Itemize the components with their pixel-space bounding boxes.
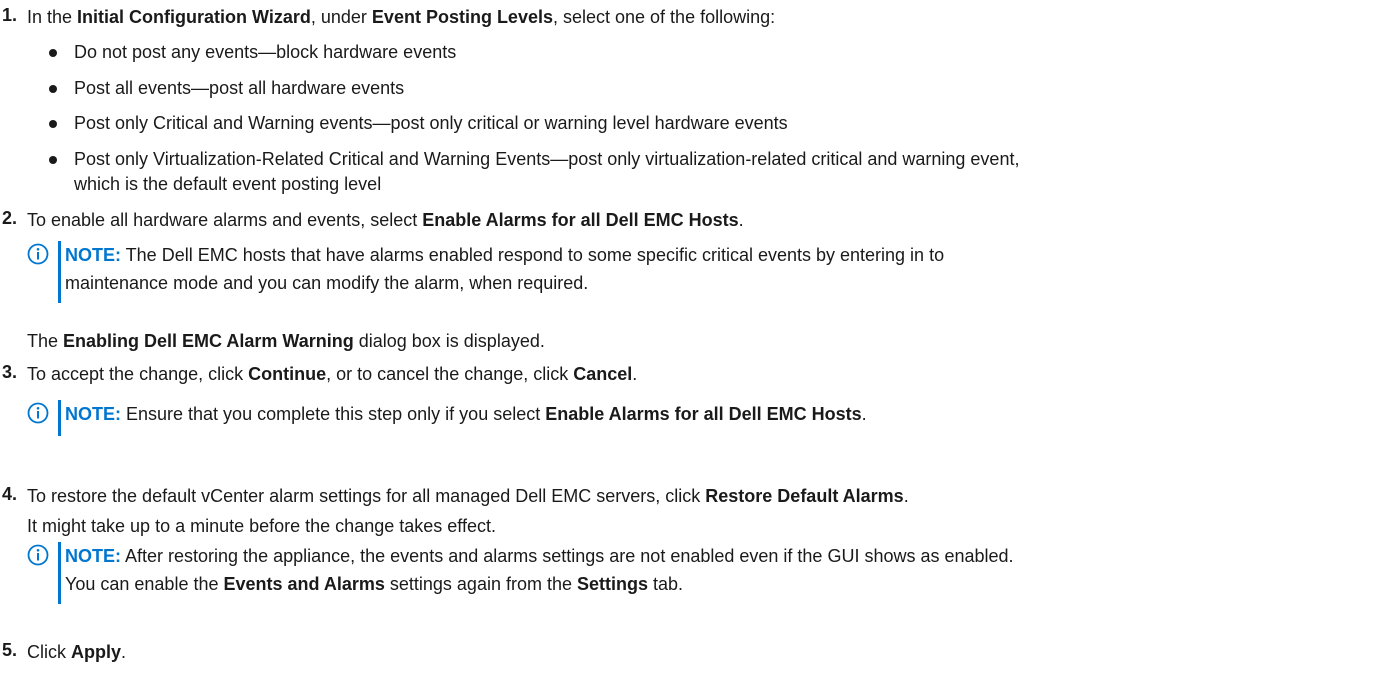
info-circle-icon bbox=[27, 243, 49, 265]
info-circle-icon bbox=[27, 544, 49, 566]
bullet-icon bbox=[49, 49, 57, 57]
bullet-icon bbox=[49, 85, 57, 93]
note-bar bbox=[58, 400, 61, 436]
note-bar bbox=[58, 241, 61, 303]
step-number: 4. bbox=[2, 484, 18, 504]
bullet-icon bbox=[49, 156, 57, 164]
note-text: NOTE: Ensure that you complete this step… bbox=[65, 404, 867, 424]
step-number: 2. bbox=[2, 208, 18, 228]
document-page: 1. In the Initial Configuration Wizard, … bbox=[2, 5, 1020, 662]
bullet-icon bbox=[49, 120, 57, 128]
step-text: To enable all hardware alarms and events… bbox=[27, 210, 744, 230]
step-subtext: It might take up to a minute before the … bbox=[27, 516, 496, 536]
step-number: 3. bbox=[2, 362, 18, 382]
note-text: NOTE: After restoring the appliance, the… bbox=[65, 546, 1014, 594]
step-number: 5. bbox=[2, 640, 18, 660]
step-text: To restore the default vCenter alarm set… bbox=[27, 486, 909, 506]
note-bar bbox=[58, 542, 61, 604]
step-text: Click Apply. bbox=[27, 642, 127, 662]
note-text: NOTE: The Dell EMC hosts that have alarm… bbox=[65, 245, 945, 293]
step-text: To accept the change, click Continue, or… bbox=[27, 364, 638, 384]
info-circle-icon bbox=[27, 402, 49, 424]
step-text: In the Initial Configuration Wizard, und… bbox=[27, 7, 776, 27]
list-item-continuation: which is the default event posting level bbox=[74, 174, 382, 194]
step-followup: The Enabling Dell EMC Alarm Warning dial… bbox=[27, 331, 545, 351]
step-number: 1. bbox=[2, 5, 18, 25]
